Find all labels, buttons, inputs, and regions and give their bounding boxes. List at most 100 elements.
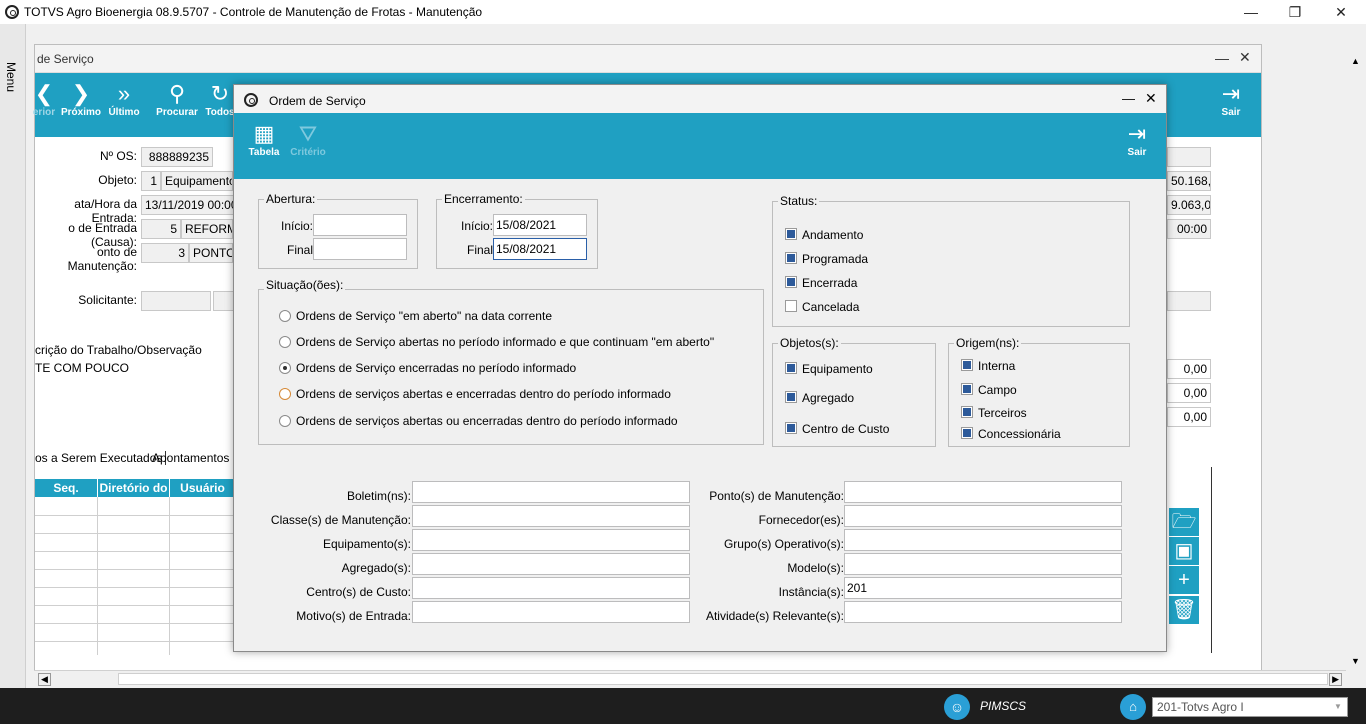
- ponto-manutencao-filter-input[interactable]: [844, 481, 1122, 503]
- objeto-num-field[interactable]: 1: [141, 171, 161, 191]
- tb-todos-button[interactable]: ↻ Todos: [205, 81, 235, 118]
- scroll-left-icon[interactable]: ◀: [38, 673, 51, 686]
- horizontal-scrollbar[interactable]: ◀ ▶: [34, 670, 1346, 688]
- status-cancelada-checkbox[interactable]: [785, 300, 797, 312]
- scroll-down-icon[interactable]: ▼: [1351, 656, 1360, 666]
- bg-close-button[interactable]: ✕: [1239, 49, 1251, 66]
- situacao-option-4[interactable]: Ordens de serviços abertas e encerradas …: [296, 387, 671, 401]
- tb-proximo-button[interactable]: ❯ Próximo: [61, 81, 101, 118]
- tb-procurar-button[interactable]: ⚲ Procurar: [155, 81, 199, 118]
- atividade-relevante-input[interactable]: [844, 601, 1122, 623]
- status-encerrada-checkbox[interactable]: [785, 276, 797, 288]
- abertura-final-input[interactable]: [313, 238, 407, 260]
- data-entrada-field[interactable]: 13/11/2019 00:00: [141, 195, 235, 215]
- dialog-minimize-button[interactable]: —: [1122, 91, 1135, 106]
- encerramento-inicio-input[interactable]: 15/08/2021: [493, 214, 587, 236]
- add-button[interactable]: +: [1169, 566, 1199, 594]
- bg-sair-button[interactable]: ⇥ Sair: [1217, 81, 1245, 118]
- tb-anterior-button[interactable]: ❮ erior: [31, 81, 57, 118]
- scroll-right-icon[interactable]: ▶: [1329, 673, 1342, 686]
- objeto-centro-custo-label: Centro de Custo: [802, 422, 890, 436]
- status-andamento-checkbox[interactable]: [785, 228, 797, 240]
- motivo-entrada-filter-input[interactable]: [412, 601, 690, 623]
- instance-select[interactable]: 201-Totvs Agro I: [1152, 697, 1348, 717]
- save-button[interactable]: ▣: [1169, 537, 1199, 565]
- right-field-blank[interactable]: [1167, 147, 1211, 167]
- menu-sidebar[interactable]: Menu: [0, 24, 26, 688]
- scroll-up-icon[interactable]: ▲: [1351, 56, 1360, 66]
- status-programada-checkbox[interactable]: [785, 252, 797, 264]
- objeto-equipamento-checkbox[interactable]: [785, 362, 797, 374]
- status-programada-label: Programada: [802, 252, 869, 266]
- right-value-3[interactable]: 00:00: [1167, 219, 1211, 239]
- situacao-radio-2[interactable]: [279, 336, 291, 348]
- right-value-1[interactable]: 50.168,0: [1167, 171, 1211, 191]
- origem-campo-checkbox[interactable]: [961, 383, 973, 395]
- maximize-button[interactable]: ❐: [1272, 0, 1318, 24]
- right-field-blank-2[interactable]: [1167, 291, 1211, 311]
- bg-minimize-button[interactable]: —: [1215, 50, 1229, 66]
- objeto-agregado-checkbox[interactable]: [785, 391, 797, 403]
- centro-custo-input[interactable]: [412, 577, 690, 599]
- situacao-option-5[interactable]: Ordens de serviços abertas ou encerradas…: [296, 414, 678, 428]
- select-chevron-icon[interactable]: ▼: [1334, 702, 1342, 711]
- ponto-field[interactable]: PONTO: [189, 243, 233, 263]
- instancia-input[interactable]: 201: [844, 577, 1122, 599]
- situacao-option-3[interactable]: Ordens de Serviço encerradas no período …: [296, 361, 576, 375]
- boletim-input[interactable]: [412, 481, 690, 503]
- situacao-radio-3[interactable]: [279, 362, 291, 374]
- tab-servicos[interactable]: os a Serem Executados: [35, 451, 167, 465]
- right-value-5[interactable]: 0,00: [1167, 383, 1211, 403]
- agregado-input[interactable]: [412, 553, 690, 575]
- origem-concessionaria-checkbox[interactable]: [961, 427, 973, 439]
- status-andamento-label: Andamento: [802, 228, 864, 242]
- modelo-input[interactable]: [844, 553, 1122, 575]
- panel-border: [1211, 467, 1212, 653]
- origem-terceiros-checkbox[interactable]: [961, 406, 973, 418]
- right-value-4[interactable]: 0,00: [1167, 359, 1211, 379]
- encerramento-final-input[interactable]: 15/08/2021: [493, 238, 587, 260]
- os-label: Nº OS:: [99, 149, 137, 163]
- classe-manutencao-input[interactable]: [412, 505, 690, 527]
- tab-apontamentos[interactable]: Apontamentos de: [152, 451, 246, 465]
- open-folder-button[interactable]: 🗁: [1169, 508, 1199, 536]
- objeto-field[interactable]: Equipamento: [161, 171, 233, 191]
- os-field[interactable]: 888889235: [141, 147, 213, 167]
- situacao-radio-4[interactable]: [279, 388, 291, 400]
- close-button[interactable]: ✕: [1318, 0, 1364, 24]
- situacao-option-2[interactable]: Ordens de Serviço abertas no período inf…: [296, 335, 714, 349]
- scroll-thumb[interactable]: [118, 673, 1328, 685]
- tb-ultimo-button[interactable]: » Último: [107, 81, 141, 118]
- fornecedor-input[interactable]: [844, 505, 1122, 527]
- solicitante-field[interactable]: [141, 291, 211, 311]
- origem-interna-checkbox[interactable]: [961, 359, 973, 371]
- grid-col-seq[interactable]: Seq.: [35, 479, 97, 497]
- dialog-close-button[interactable]: ✕: [1145, 90, 1157, 107]
- status-title: Status:: [778, 194, 820, 208]
- situacao-option-1[interactable]: Ordens de Serviço "em aberto" na data co…: [296, 309, 552, 323]
- grid-col-usuario[interactable]: Usuário: [170, 479, 235, 497]
- solicitante-name-field[interactable]: [213, 291, 235, 311]
- equipamento-input[interactable]: [412, 529, 690, 551]
- vertical-scrollbar[interactable]: ▲ ▼: [1346, 44, 1366, 670]
- right-value-2[interactable]: 9.063,00: [1167, 195, 1211, 215]
- right-value-6[interactable]: 0,00: [1167, 407, 1211, 427]
- dialog-sair-button[interactable]: ⇥ Sair: [1122, 121, 1152, 158]
- situacao-radio-1[interactable]: [279, 310, 291, 322]
- user-name: PIMSCS: [980, 699, 1027, 713]
- grid-col-diretorio[interactable]: Diretório do: [98, 479, 169, 497]
- motivo-entrada-num-field[interactable]: 5: [141, 219, 181, 239]
- delete-button[interactable]: 🗑: [1169, 596, 1199, 624]
- motivo-entrada-field[interactable]: REFORMA: [181, 219, 233, 239]
- objeto-centro-custo-checkbox[interactable]: [785, 422, 797, 434]
- grupo-operativo-input[interactable]: [844, 529, 1122, 551]
- tabela-button[interactable]: ▦ Tabela: [246, 121, 282, 158]
- situacao-radio-5[interactable]: [279, 415, 291, 427]
- encerramento-final-label: Final:: [467, 243, 497, 257]
- abertura-inicio-input[interactable]: [313, 214, 407, 236]
- user-icon[interactable]: ☺: [944, 694, 970, 720]
- ponto-num-field[interactable]: 3: [141, 243, 189, 263]
- objeto-label: Objeto:: [98, 173, 137, 187]
- minimize-button[interactable]: —: [1228, 0, 1274, 24]
- descricao-text[interactable]: TE COM POUCO: [35, 361, 129, 375]
